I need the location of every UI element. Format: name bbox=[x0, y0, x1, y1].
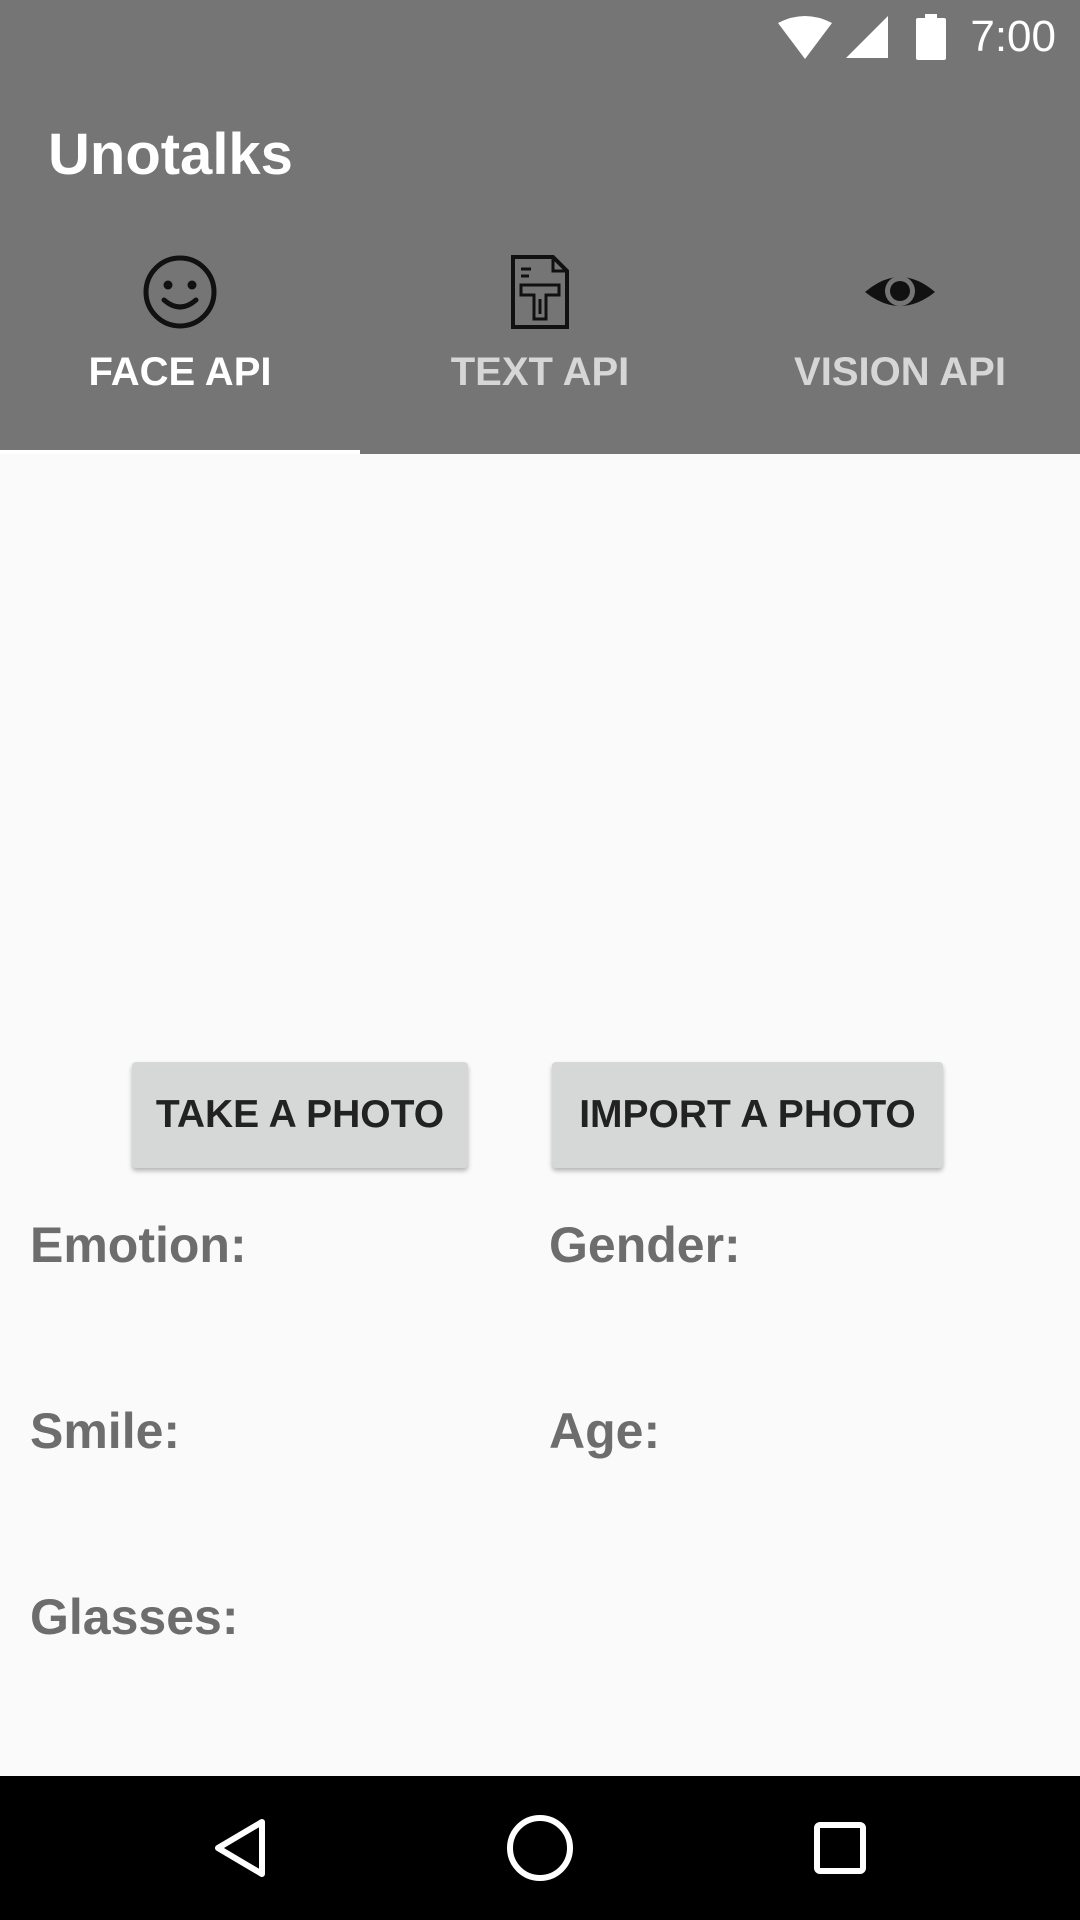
home-icon bbox=[507, 1815, 573, 1881]
home-button[interactable] bbox=[460, 1776, 620, 1920]
import-photo-button[interactable]: IMPORT A PHOTO bbox=[552, 1062, 943, 1168]
take-photo-button[interactable]: TAKE A PHOTO bbox=[132, 1062, 468, 1168]
tab-vision-api-label: VISION API bbox=[794, 350, 1006, 394]
wifi-icon bbox=[778, 16, 833, 59]
age-label: Age: bbox=[549, 1403, 661, 1459]
status-clock: 7:00 bbox=[970, 12, 1056, 61]
tab-text-api[interactable]: TEXT API bbox=[360, 254, 720, 454]
gender-label: Gender: bbox=[549, 1217, 741, 1273]
back-button[interactable] bbox=[160, 1776, 320, 1920]
battery-icon bbox=[916, 14, 947, 60]
tab-vision-api[interactable]: VISION API bbox=[720, 254, 1080, 454]
smiley-face-icon bbox=[143, 254, 217, 330]
back-icon bbox=[215, 1819, 265, 1877]
recents-button[interactable] bbox=[760, 1776, 920, 1920]
tab-text-api-label: TEXT API bbox=[450, 350, 630, 394]
tab-face-api[interactable]: FACE API bbox=[0, 254, 360, 454]
app-title: Unotalks bbox=[48, 122, 293, 187]
eye-icon bbox=[863, 254, 937, 330]
status-bar: 7:00 bbox=[0, 0, 1080, 74]
face-api-content: TAKE A PHOTO IMPORT A PHOTO Emotion: Gen… bbox=[0, 454, 1080, 1776]
text-document-icon bbox=[503, 254, 577, 330]
app-bar: Unotalks FACE API TEXT API VISION API bbox=[0, 74, 1080, 458]
status-icons: 7:00 bbox=[778, 10, 1056, 64]
emotion-label: Emotion: bbox=[30, 1217, 247, 1273]
smile-label: Smile: bbox=[30, 1403, 181, 1459]
cell-signal-icon bbox=[846, 16, 889, 58]
glasses-label: Glasses: bbox=[30, 1589, 239, 1645]
navigation-bar bbox=[0, 1776, 1080, 1920]
recents-icon bbox=[814, 1822, 866, 1874]
tab-face-api-label: FACE API bbox=[88, 350, 272, 394]
